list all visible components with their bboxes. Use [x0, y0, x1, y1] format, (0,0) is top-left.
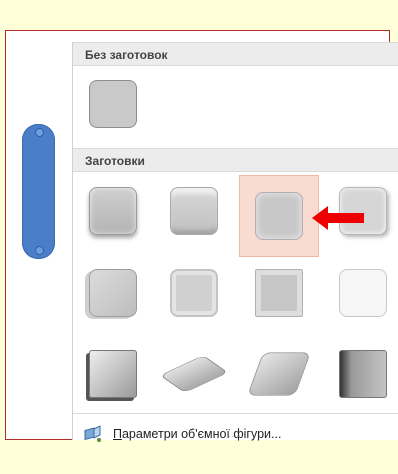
preset-circle[interactable]	[77, 175, 149, 247]
bevel-soft-round-icon	[170, 269, 218, 317]
red-arrow-icon	[312, 206, 364, 230]
preset-soft-round[interactable]	[158, 257, 230, 329]
bevel-angle-icon	[89, 269, 137, 317]
bevel-slope-icon	[339, 269, 387, 317]
3d-format-icon	[84, 425, 101, 442]
top-resize-handle[interactable]	[35, 128, 44, 137]
bevel-circle-icon	[89, 187, 137, 235]
preset-none[interactable]	[77, 68, 149, 140]
footer-divider	[73, 413, 398, 414]
options-menu-item[interactable]: Параметри об'ємної фігури...	[83, 424, 281, 444]
preset-divot[interactable]	[77, 338, 149, 410]
bevel-none-icon	[89, 80, 137, 128]
bevel-art-deco-icon	[339, 350, 387, 398]
preset-art-deco[interactable]	[327, 338, 398, 410]
no-presets-header: Без заготовок	[73, 42, 398, 66]
bevel-riblet-icon	[159, 355, 229, 393]
options-label: Параметри об'ємної фігури...	[113, 427, 282, 441]
resize-grip[interactable]: .....	[228, 430, 244, 439]
bevel-gallery-panel: Без заготовок Заготовки Параметри об'ємн…	[72, 42, 398, 442]
preset-relaxed-inset[interactable]	[158, 175, 230, 247]
preset-angle[interactable]	[77, 257, 149, 329]
preset-convex[interactable]	[243, 257, 315, 329]
presets-header: Заготовки	[73, 148, 398, 172]
preset-cross[interactable]	[239, 175, 319, 257]
rounded-rectangle-shape[interactable]	[22, 124, 55, 259]
preset-slope[interactable]	[327, 257, 398, 329]
bevel-divot-icon	[89, 350, 137, 398]
bevel-hard-edge-icon	[247, 352, 311, 396]
bevel-relaxed-inset-icon	[170, 187, 218, 235]
preset-hard-edge[interactable]	[243, 338, 315, 410]
bevel-cross-icon	[255, 192, 303, 240]
bottom-resize-handle[interactable]	[35, 246, 44, 255]
bevel-convex-icon	[255, 269, 303, 317]
preset-riblet[interactable]	[158, 338, 230, 410]
